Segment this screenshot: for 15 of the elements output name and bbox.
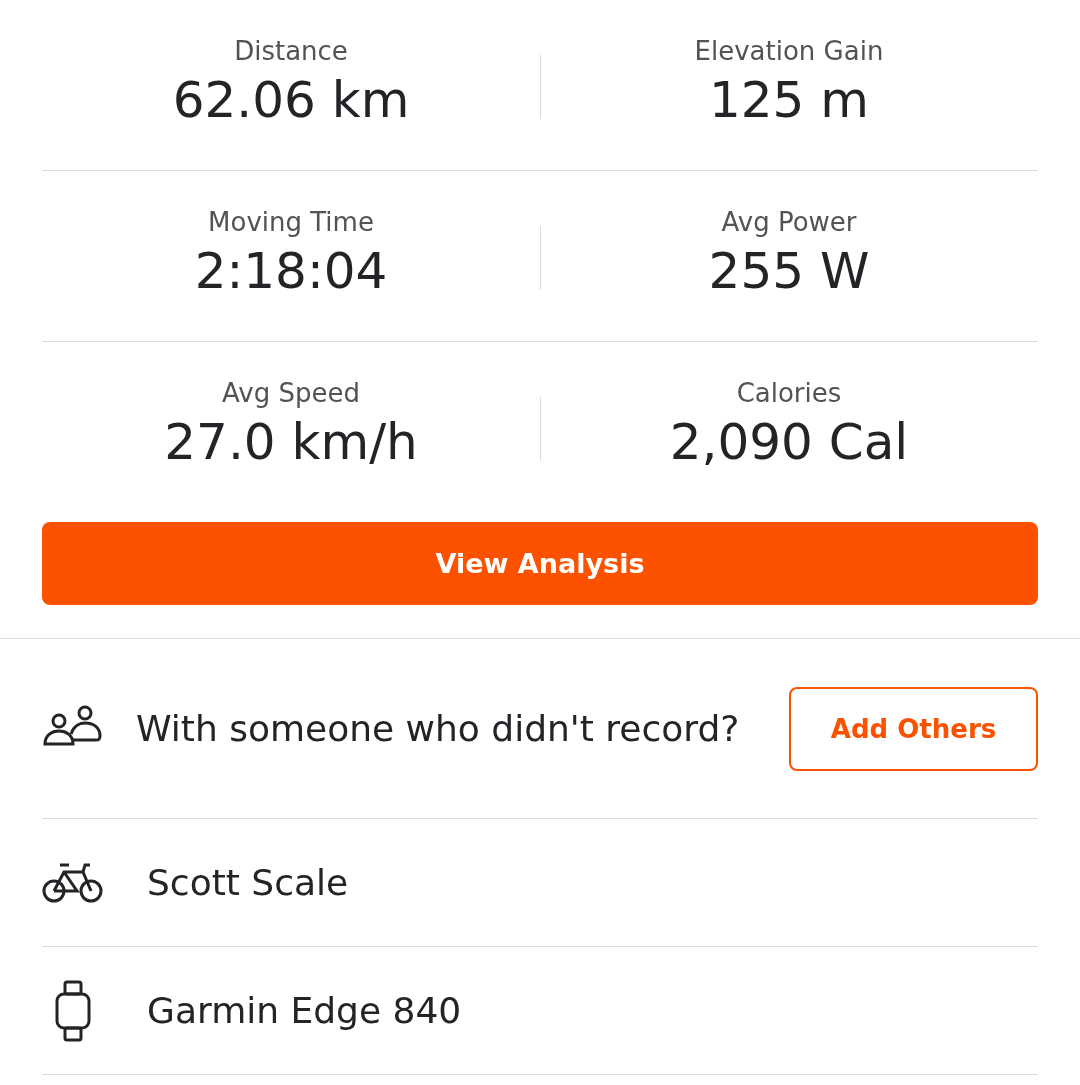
stat-value: 255 W [708,241,870,302]
stat-label: Moving Time [208,206,374,239]
stat-value: 27.0 km/h [164,412,418,473]
stat-value: 2:18:04 [194,241,388,302]
stat-label: Avg Speed [222,377,360,410]
stat-label: Distance [234,35,348,68]
stat-label: Calories [736,377,842,410]
bike-name: Scott Scale [147,862,349,903]
stat-label: Elevation Gain [694,35,884,68]
stat-value: 2,090 Cal [669,412,909,473]
stat-label: Avg Power [721,206,857,239]
companion-prompt: With someone who didn't record? [136,706,741,751]
stat-value: 62.06 km [172,70,410,131]
device-name: Garmin Edge 840 [147,990,462,1031]
stat-value: 125 m [708,70,869,131]
